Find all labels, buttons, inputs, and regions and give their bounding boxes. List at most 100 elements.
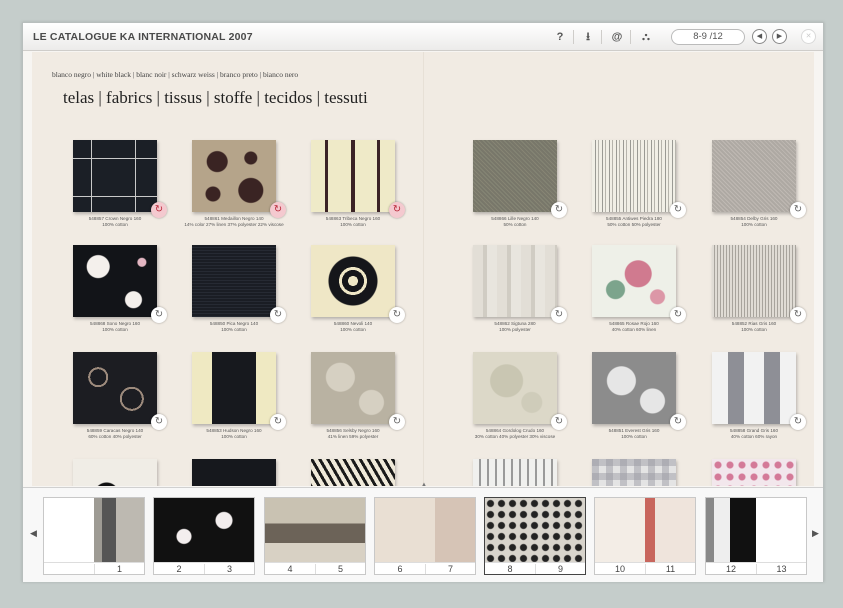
thumbnail-right-page-number: 3 [204,564,254,574]
fabric-composition: 100% cotton [102,222,128,227]
fabric-composition: 100% cotton [741,327,767,332]
fabric-swatch[interactable]: ↻ 548864 Gordolog Crudo 160 30% cotton 40%… [473,352,567,439]
thumbnail-page-numbers: 23 [154,562,254,574]
fabric-swatch[interactable]: ↻ 548865 Rosae Rojo 160 40% cotton 60% lin… [592,245,686,332]
fabric-image[interactable] [473,245,557,317]
fabric-swatch-partial[interactable] [473,459,557,486]
fabric-image[interactable] [192,245,276,317]
thumbnail-page[interactable]: 67 [374,497,476,575]
fabric-swatch[interactable]: ↻ 548853 Hudson Negro 160 100% cotton [192,352,286,439]
fabric-composition: 100% cotton [621,434,647,439]
fabric-swatch-partial[interactable] [712,459,796,486]
fabric-swatch[interactable]: ↻ 548866 Lille Negro 140 50% cotton [473,140,567,227]
thumbnail-page-numbers: 89 [485,562,585,574]
thumbnail-left-page-number: 10 [614,564,625,574]
thumbnail-right-page-number: 11 [645,564,695,574]
fabric-caption: 548864 Gordolog Crudo 160 30% cotton 40% … [459,428,571,440]
thumbnails-left-arrow-icon[interactable]: ◀ [30,528,37,539]
fabric-image[interactable] [712,352,796,424]
toolbar-divider [630,30,631,44]
thumbnail-left-page-number: 6 [397,564,403,574]
fabric-swatch[interactable]: ↻ 548860 Nevoli 140 100% cotton [311,245,405,332]
fabric-image[interactable] [192,459,276,486]
fabric-image[interactable] [311,245,395,317]
thumbnail-page-numbers: 1 [44,562,144,574]
fabric-swatch[interactable]: ↻ 548868 Sono Negro 160 100% cotton [73,245,167,332]
download-icon[interactable]: ⭳ [581,29,595,45]
thumbnail-page[interactable]: 45 [264,497,366,575]
fabric-swatch[interactable]: ↻ 548863 Tribeca Negro 160 100% cotton [311,140,405,227]
thumbnail-page[interactable]: 10 11 [594,497,696,575]
fabric-composition: 100% cotton [221,434,247,439]
fabric-image[interactable] [473,352,557,424]
fabric-composition: 14% color 27% linen 37% polyester 22% vi… [184,222,284,227]
fabric-image[interactable] [592,245,676,317]
thumbnail-page[interactable]: 1 [43,497,145,575]
catalogue-spread: blanco negro | white black | blanc noir … [32,52,814,486]
fabric-caption: 548857 Crown Negro 160 100% cotton [59,216,171,228]
fabric-image[interactable] [311,459,395,486]
fabric-image[interactable] [192,140,276,212]
thumbnail-page[interactable]: 89 [484,497,586,575]
help-icon[interactable]: ? [553,29,567,45]
fabric-swatch-partial[interactable] [73,459,157,486]
fabric-swatch[interactable]: ↻ 548855 Antiwes Piedra 180 50% cotton 50%… [592,140,686,227]
fabric-image[interactable] [73,245,157,317]
thumbnail-image[interactable] [595,498,695,562]
close-button[interactable]: ✕ [801,29,816,44]
fabric-swatch[interactable]: ↻ 548861 Medaillon Negro 140 14% color 27%… [184,140,286,227]
next-page-button[interactable]: ▶ [772,29,787,44]
fabric-image[interactable] [592,352,676,424]
fabric-image[interactable] [592,140,676,212]
fabric-swatch-partial[interactable] [592,459,676,486]
email-icon[interactable]: @ [610,29,624,45]
thumbnail-image[interactable] [485,498,585,562]
fabric-swatch[interactable]: ↻ 548859 Caracas Negro 140 60% cotton 40% … [73,352,167,439]
fabric-image[interactable] [712,459,796,486]
fabric-swatch[interactable]: ↻ 548852 Rias Gris 160 100% cotton [712,245,806,332]
thumbnail-page-numbers: 45 [265,562,365,574]
fabric-swatch[interactable]: ↻ 548862 Sigtuna 280 100% polyester [473,245,567,332]
fabric-image[interactable] [712,140,796,212]
fabric-swatch-partial[interactable] [192,459,276,486]
fabric-caption: 548851 Everest Gris 160 100% cotton [578,428,690,440]
fabric-composition: 100% cotton [221,327,247,332]
fabric-swatch[interactable]: ↻ 548857 Crown Negro 160 100% cotton [73,140,167,227]
thumbnail-image[interactable] [154,498,254,562]
collapse-strip-icon[interactable]: ▲ [421,482,427,488]
thumbnail-image[interactable] [265,498,365,562]
thumbnail-image[interactable] [375,498,475,562]
fabric-caption: 548852 Rias Gris 160 100% cotton [698,321,810,333]
fabric-composition: 40% cotton 60% linen [611,327,657,332]
fabric-image[interactable] [473,459,557,486]
thumbnail-right-page-number: 9 [535,564,585,574]
sitemap-icon[interactable]: ⛬ [639,29,653,45]
fabric-image[interactable] [311,140,395,212]
thumbnail-image[interactable] [706,498,806,562]
fabric-composition: 40% cotton 60% rayon [730,434,778,439]
fabric-swatch[interactable]: ↻ 548858 Grand Gris 160 40% cotton 60% ray… [712,352,806,439]
fabric-image[interactable] [592,459,676,486]
fabric-image[interactable] [73,140,157,212]
fabric-composition: 50% cotton [503,222,527,227]
fabric-swatch[interactable]: ↻ 548854 Delby Gris 160 100% cotton [712,140,806,227]
thumbnail-page[interactable]: 23 [153,497,255,575]
catalogue-window: LE CATALOGUE KA INTERNATIONAL 2007 ? ⭳ @… [22,22,824,582]
fabric-swatch[interactable]: ↻ 548850 Pica Negro 140 100% cotton [192,245,286,332]
fabric-image[interactable] [73,459,157,486]
fabric-swatch-partial[interactable] [311,459,395,486]
fabric-image[interactable] [712,245,796,317]
thumbnail-page-numbers: 12 13 [706,562,806,574]
fabric-image[interactable] [473,140,557,212]
fabric-image[interactable] [73,352,157,424]
thumbnail-page[interactable]: 12 13 [705,497,807,575]
fabric-image[interactable] [192,352,276,424]
prev-page-button[interactable]: ◀ [752,29,767,44]
fabric-caption: 548855 Antiwes Piedra 180 50% cotton 50% … [578,216,690,228]
fabric-image[interactable] [311,352,395,424]
thumbnails-right-arrow-icon[interactable]: ▶ [812,528,819,539]
fabric-swatch[interactable]: ↻ 548856 Selsby Negro 160 41% linen 59% po… [311,352,405,439]
fabric-composition: 100% cotton [340,327,366,332]
fabric-swatch[interactable]: ↻ 548851 Everest Gris 160 100% cotton [592,352,686,439]
thumbnail-image[interactable] [44,498,144,562]
